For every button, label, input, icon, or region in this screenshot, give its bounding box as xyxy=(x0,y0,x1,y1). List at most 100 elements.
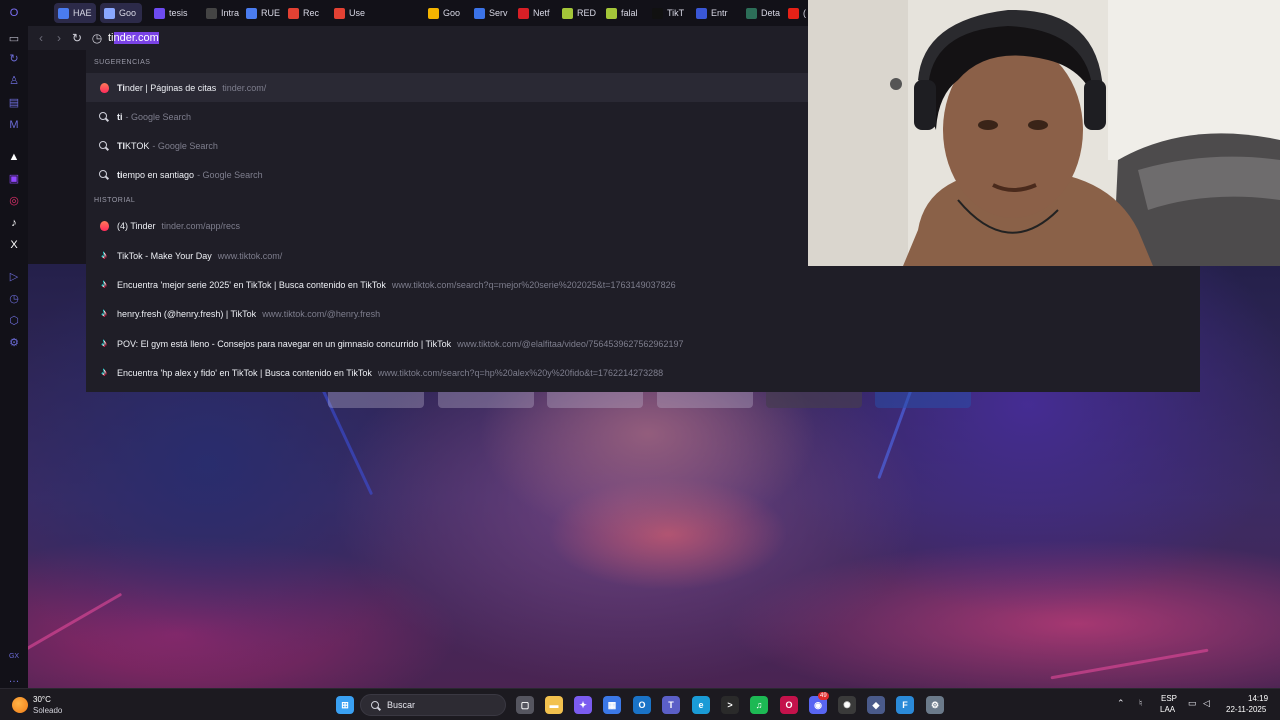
windows-taskbar: 30°C Soleado Buscar ⌃ ♮ ESP LAA ▭ ◁ 14:1… xyxy=(0,688,1280,720)
tab-gmail[interactable]: Use xyxy=(330,3,370,23)
browser-sidebar: O ▭ ↻ ♙ ▤ M ▲ ▣ ◎ ♪ X ▷ ◷ ⬡ ⚙ GX … xyxy=(0,0,28,688)
entra-icon xyxy=(696,7,707,19)
tab-gmail[interactable]: Rec xyxy=(284,3,324,23)
tab-tiktok[interactable]: TikT xyxy=(648,3,688,23)
vpn-icon[interactable]: ◆ xyxy=(867,696,885,714)
weather-temperature[interactable]: 30°C xyxy=(33,695,51,704)
forward-button[interactable]: › xyxy=(52,31,66,45)
copilot-icon[interactable]: ✦ xyxy=(574,696,592,714)
settings-icon[interactable]: ⚙ xyxy=(7,336,21,350)
tab-label: Use xyxy=(349,8,366,18)
suggestion-match: ti xyxy=(117,111,123,122)
webcam-overlay xyxy=(808,0,1280,266)
discord-notification-badge: 49 xyxy=(818,692,829,700)
edge-icon[interactable]: e xyxy=(692,696,710,714)
twitch-icon[interactable]: ▣ xyxy=(7,172,21,186)
aria-icon[interactable]: ♙ xyxy=(7,74,21,88)
speed-dial-tile[interactable] xyxy=(657,392,753,408)
site-info-icon[interactable]: ◷ xyxy=(90,31,104,45)
tab-label: ( xyxy=(803,8,806,18)
weather-sun-icon[interactable] xyxy=(12,697,28,713)
workspace-icon[interactable]: ▤ xyxy=(7,96,21,110)
history-icon[interactable]: ↻ xyxy=(7,52,21,66)
tab-gemini[interactable]: Goo xyxy=(100,3,142,23)
tab-docs[interactable]: HAE xyxy=(54,3,96,23)
spotify-icon[interactable]: ♫ xyxy=(750,696,768,714)
start-button[interactable]: ⊞ xyxy=(336,696,354,714)
file-explorer-icon[interactable]: ▬ xyxy=(545,696,563,714)
player-icon[interactable]: ▷ xyxy=(7,270,21,284)
tab-service[interactable]: Serv xyxy=(470,3,510,23)
input-language[interactable]: ESP xyxy=(1161,694,1177,703)
volume-icon[interactable]: ◁ xyxy=(1203,698,1210,709)
history-item[interactable]: ♪ Encuentra 'mejor serie 2025' en TikTok … xyxy=(86,270,1200,299)
speed-dial-tile[interactable] xyxy=(547,392,643,408)
settings-app-icon[interactable]: ⚙ xyxy=(926,696,944,714)
terminal-icon[interactable]: > xyxy=(721,696,739,714)
speed-dial-tile[interactable] xyxy=(328,392,424,408)
clock-date[interactable]: 22-11-2025 xyxy=(1226,705,1266,714)
clock-icon[interactable]: ◷ xyxy=(7,292,21,306)
history-item[interactable]: ♪ POV: El gym está lleno - Consejos para … xyxy=(86,329,1200,358)
suggestion-title: Tinder | Páginas de citas xyxy=(117,83,216,93)
tinder-icon xyxy=(96,218,112,234)
tab-label: Intra xyxy=(221,8,240,18)
history-header: Historial xyxy=(94,197,136,204)
tiktok-icon xyxy=(652,7,663,19)
gemini-icon xyxy=(104,7,115,19)
back-button[interactable]: ‹ xyxy=(34,31,48,45)
tab-intranet[interactable]: Intra xyxy=(202,3,242,23)
suggestion-item[interactable]: Tinder | Páginas de citas tinder.com/ xyxy=(86,73,808,102)
microphone-icon[interactable]: ♮ xyxy=(1139,698,1142,709)
opera-logo-icon[interactable]: O xyxy=(7,6,21,20)
store-icon[interactable]: ▦ xyxy=(603,696,621,714)
suggestion-title: TIKTOK xyxy=(117,141,149,151)
speed-dial-tile[interactable] xyxy=(766,392,862,408)
tab-drive[interactable]: Goo xyxy=(424,3,464,23)
tab-entra[interactable]: Entr xyxy=(692,3,732,23)
more-icon[interactable]: … xyxy=(7,672,21,686)
tab-detail[interactable]: Deta xyxy=(742,3,782,23)
triangle-icon[interactable]: ▲ xyxy=(7,150,21,164)
tab-label: Entr xyxy=(711,8,728,18)
network-icon[interactable]: ▭ xyxy=(1188,698,1197,709)
input-layout[interactable]: LAA xyxy=(1160,705,1175,714)
reload-button[interactable]: ↻ xyxy=(70,31,84,45)
gmail-side-icon[interactable]: M xyxy=(7,118,21,132)
instagram-icon[interactable]: ◎ xyxy=(7,194,21,208)
outlook-icon[interactable]: O xyxy=(633,696,651,714)
taskbar-search[interactable]: Buscar xyxy=(360,694,506,716)
tab-netflix[interactable]: Netf xyxy=(514,3,554,23)
tab-extension[interactable]: tesis xyxy=(150,3,190,23)
history-title: Encuentra 'mejor serie 2025' en TikTok |… xyxy=(117,279,386,290)
chatgpt-icon[interactable]: ✺ xyxy=(838,696,856,714)
docs-icon xyxy=(246,7,257,19)
cube-icon[interactable]: ⬡ xyxy=(7,314,21,328)
opera-gx-icon[interactable]: O xyxy=(780,696,798,714)
tab-label: RED xyxy=(577,8,597,18)
weather-condition[interactable]: Soleado xyxy=(33,706,62,715)
tabs-icon[interactable]: ▭ xyxy=(7,32,21,46)
clock-time[interactable]: 14:19 xyxy=(1248,694,1268,703)
suggestions-header: Sugerencias xyxy=(94,59,151,66)
teams-icon[interactable]: T xyxy=(662,696,680,714)
tab-label: falal xyxy=(621,8,638,18)
word-like-icon[interactable]: F xyxy=(896,696,914,714)
speed-dial-tile[interactable] xyxy=(875,392,971,408)
speed-dial-tile[interactable] xyxy=(438,392,534,408)
chevron-up-icon[interactable]: ⌃ xyxy=(1117,698,1125,709)
history-title: henry.fresh (@henry.fresh) | TikTok xyxy=(117,308,257,319)
x-icon[interactable]: X xyxy=(7,238,21,252)
history-item[interactable]: ♪ Encuentra 'hp alex y fido' en TikTok | … xyxy=(86,358,1200,387)
gmail-icon xyxy=(288,7,299,19)
suggestion-match: Ti xyxy=(117,82,125,93)
tab-red[interactable]: RED xyxy=(558,3,598,23)
gx-icon[interactable]: GX xyxy=(7,650,21,664)
task-view-icon[interactable]: ▢ xyxy=(516,696,534,714)
tiktok-side-icon[interactable]: ♪ xyxy=(7,216,21,230)
tab-youtube[interactable]: ( xyxy=(784,3,808,23)
history-item[interactable]: ♪ henry.fresh (@henry.fresh) | TikTok www.… xyxy=(86,299,1200,328)
address-input[interactable]: tinder.com xyxy=(108,31,159,45)
tab-docs[interactable]: RUE xyxy=(242,3,282,23)
tab-falabella[interactable]: falal xyxy=(602,3,642,23)
